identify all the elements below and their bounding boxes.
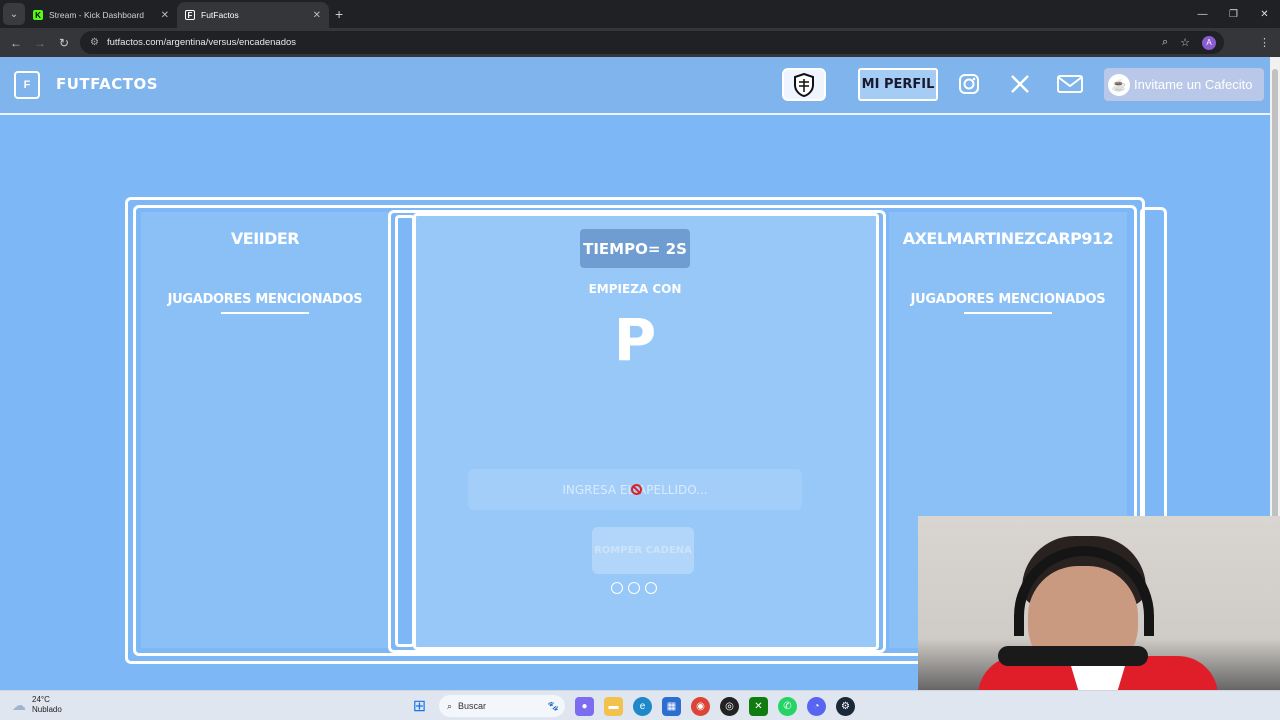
break-chain-button[interactable]: ROMPER CADENA [592, 527, 694, 574]
edge-icon[interactable]: e [633, 696, 652, 716]
right-mentioned-heading: JUGADORES MENCIONADOS [910, 292, 1106, 307]
weather-widget[interactable]: ☁ 24°C Nublado [12, 695, 62, 715]
left-player-name: VEIIDER [230, 229, 300, 248]
timer-badge: TIEMPO= 2S [580, 229, 690, 268]
futfactos-logo-icon[interactable]: F [14, 71, 40, 99]
club-shield-icon [794, 72, 814, 97]
steam-icon[interactable]: ⚙ [836, 696, 855, 716]
tab-futfactos[interactable]: F FutFactos ✕ [177, 2, 329, 28]
zoom-icon[interactable]: ⌕ [1162, 36, 1168, 49]
left-player-panel: VEIIDER JUGADORES MENCIONADOS [141, 212, 389, 648]
whatsapp-icon[interactable]: ✆ [778, 696, 797, 716]
obs-icon[interactable]: ◎ [720, 696, 739, 716]
address-bar[interactable]: ⚙ futfactos.com/argentina/versus/encaden… [80, 31, 1224, 54]
close-icon[interactable]: ✕ [161, 10, 169, 21]
tab-kick[interactable]: K Stream - Kick Dashboard ✕ [25, 2, 177, 28]
profile-avatar-icon[interactable]: A [1202, 35, 1216, 50]
kick-icon: K [33, 10, 43, 20]
profile-button[interactable]: MI PERFIL [858, 68, 938, 101]
coffee-cup-icon: ☕ [1108, 73, 1130, 96]
forward-icon[interactable]: → [28, 36, 52, 50]
reload-icon[interactable]: ↻ [52, 36, 76, 50]
life-circle-icon [645, 582, 657, 594]
browser-menu-icon[interactable]: ⋮ [1259, 36, 1270, 49]
x-twitter-icon[interactable] [1009, 73, 1031, 100]
cafecito-label: Invitame un Cafecito [1134, 77, 1253, 92]
taskbar-search[interactable]: ⌕ Buscar 🐾 [439, 695, 565, 717]
site-header: F FUTFACTOS MI PERFIL ☕ Invitame un Cafe… [0, 57, 1270, 115]
windows-start-icon[interactable]: ⊞ [410, 697, 429, 716]
copilot-icon[interactable]: ● [575, 696, 594, 716]
starts-with-label: EMPIEZA CON [588, 282, 682, 296]
file-explorer-icon[interactable]: ▬ [604, 696, 623, 716]
minimize-icon[interactable]: — [1187, 0, 1218, 28]
not-allowed-cursor-icon [631, 484, 642, 495]
window-controls: — ❐ ✕ [1187, 0, 1280, 28]
browser-toolbar: ← → ↻ ⚙ futfactos.com/argentina/versus/e… [0, 28, 1280, 57]
search-label: Buscar [458, 701, 487, 711]
left-mentioned-heading: JUGADORES MENCIONADOS [167, 292, 363, 307]
store-icon[interactable]: ▦ [662, 696, 681, 716]
shield-icon[interactable] [782, 68, 826, 101]
back-icon[interactable]: ← [4, 36, 28, 50]
start-letter: P [613, 306, 657, 374]
weather-temperature: 24°C [32, 695, 50, 704]
browser-tabbar: ⌄ K Stream - Kick Dashboard ✕ F FutFacto… [0, 0, 1280, 28]
right-player-name: AXELMARTINEZCARP912 [902, 229, 1114, 248]
close-window-icon[interactable]: ✕ [1249, 0, 1280, 28]
tab-title: FutFactos [201, 10, 239, 20]
url-text: futfactos.com/argentina/versus/encadenad… [106, 37, 297, 48]
brand-name[interactable]: FUTFACTOS [56, 75, 158, 93]
tab-search-button[interactable]: ⌄ [3, 3, 25, 25]
search-icon: ⌕ [447, 700, 453, 711]
lives-indicator [611, 582, 657, 594]
center-frame-inner [395, 215, 415, 647]
cloud-icon: ☁ [12, 696, 26, 713]
xbox-icon[interactable]: ✕ [749, 696, 768, 716]
life-circle-icon [611, 582, 623, 594]
bookmark-star-icon[interactable]: ☆ [1180, 36, 1190, 49]
instagram-icon[interactable] [958, 73, 980, 100]
discord-icon[interactable]: ◔ [807, 696, 826, 716]
close-icon[interactable]: ✕ [313, 10, 321, 21]
right-heading-underline [964, 312, 1052, 314]
chrome-icon[interactable]: ◉ [691, 696, 710, 716]
weather-condition: Nublado [32, 705, 62, 714]
windows-taskbar: ☁ 24°C Nublado ⊞ ⌕ Buscar 🐾 ● ▬ e ▦ ◉ ◎ … [0, 690, 1280, 720]
cafecito-button[interactable]: ☕ Invitame un Cafecito [1104, 68, 1264, 101]
life-circle-icon [628, 582, 640, 594]
tab-title: Stream - Kick Dashboard [49, 10, 144, 20]
mail-icon[interactable] [1056, 73, 1084, 100]
site-info-icon[interactable]: ⚙ [90, 37, 99, 48]
futfactos-icon: F [185, 10, 195, 20]
left-heading-underline [221, 312, 309, 314]
new-tab-button[interactable]: + [335, 6, 343, 22]
microphone-icon [998, 646, 1148, 666]
search-highlight-icon: 🐾 [547, 700, 559, 711]
taskbar-apps: ⊞ ⌕ Buscar 🐾 ● ▬ e ▦ ◉ ◎ ✕ ✆ ◔ ⚙ [410, 695, 855, 717]
restore-icon[interactable]: ❐ [1218, 0, 1249, 28]
